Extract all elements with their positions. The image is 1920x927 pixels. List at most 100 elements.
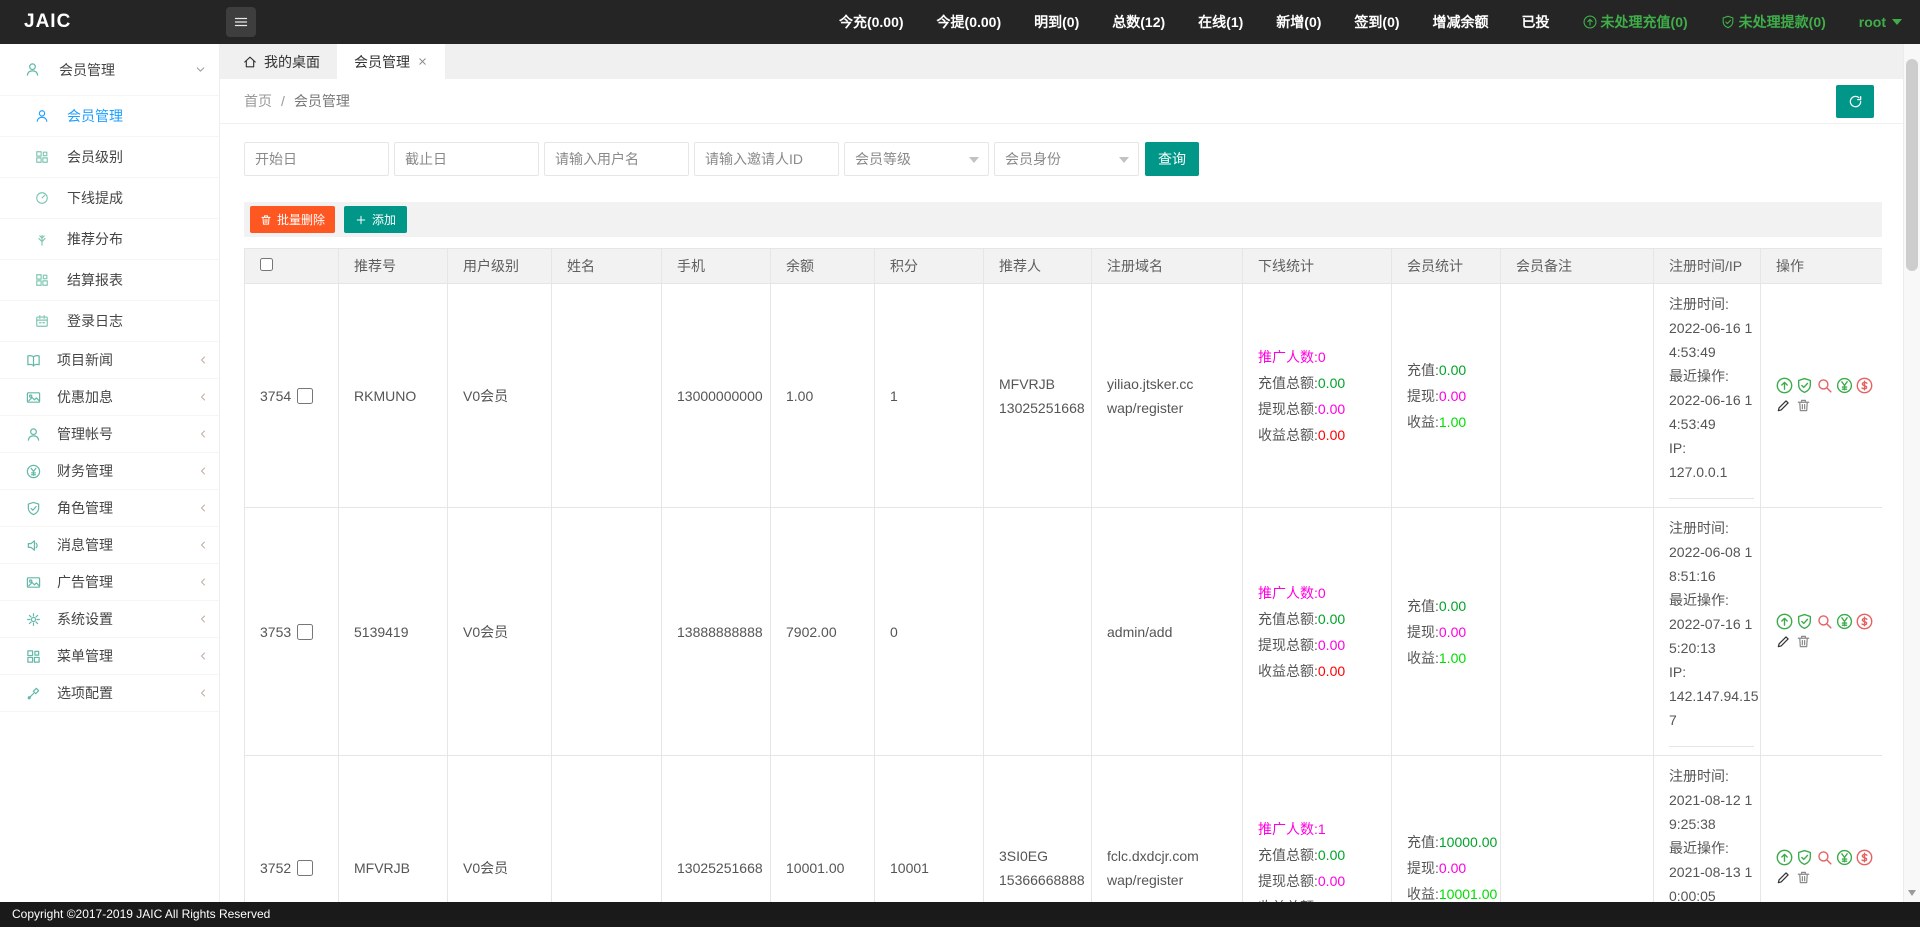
member-identity-select[interactable]: 会员身份 <box>994 142 1139 176</box>
stat-signin[interactable]: 签到(0) <box>1354 12 1399 32</box>
deduct-button[interactable] <box>1856 377 1873 394</box>
cell-phone: 13000000000 <box>661 283 771 508</box>
recharge-button[interactable] <box>1836 613 1853 630</box>
sidebar-item-label: 选项配置 <box>57 685 113 701</box>
cell-register-time-ip: 注册时间: 2021-08-12 1 9:25:38 最近操作: 2021-08-13 … <box>1653 755 1761 902</box>
row-checkbox[interactable] <box>297 387 314 404</box>
tab-bar: 我的桌面 会员管理 <box>220 44 1920 79</box>
username-input[interactable] <box>544 142 689 176</box>
upgrade-button[interactable] <box>1776 613 1793 630</box>
sidebar-item-login-log[interactable]: 登录日志 <box>0 301 219 342</box>
deduct-button[interactable] <box>1856 613 1873 630</box>
refresh-button[interactable] <box>1836 85 1874 118</box>
stat-adjust-balance[interactable]: 增减余额 <box>1433 12 1489 32</box>
recharge-value: 0.00 <box>1438 361 1467 378</box>
stat-due-tomorrow[interactable]: 明到(0) <box>1034 12 1079 32</box>
stat-invested[interactable]: 已投 <box>1522 12 1550 32</box>
view-details-button[interactable] <box>1816 849 1833 866</box>
cell-phone: 13888888888 <box>661 507 771 756</box>
verify-button[interactable] <box>1796 377 1813 394</box>
yen-circle-icon <box>1836 377 1853 394</box>
sidebar-item-role-management[interactable]: 角色管理 <box>0 490 219 527</box>
scrollbar-thumb[interactable] <box>1906 59 1918 271</box>
verify-button[interactable] <box>1796 849 1813 866</box>
stat-today-withdraw[interactable]: 今提(0.00) <box>937 12 1002 32</box>
edit-button[interactable] <box>1776 634 1793 651</box>
view-details-button[interactable] <box>1816 377 1833 394</box>
sidebar-item-ad-management[interactable]: 广告管理 <box>0 564 219 601</box>
text-line: IP: <box>1669 440 1687 456</box>
deduct-button[interactable] <box>1856 849 1873 866</box>
pending-withdraw-alert[interactable]: 未处理提款(0) <box>1721 12 1826 32</box>
sidebar-toggle-button[interactable] <box>226 7 256 37</box>
withdraw-value: 0.00 <box>1438 623 1467 640</box>
sidebar-item-finance-management[interactable]: 财务管理 <box>0 453 219 490</box>
cell-name <box>551 507 662 756</box>
text-line: 2021-08-12 1 <box>1669 792 1753 808</box>
sidebar-item-settlement-report[interactable]: 结算报表 <box>0 260 219 301</box>
member-id: 3754 <box>260 387 292 404</box>
vertical-scrollbar[interactable] <box>1903 44 1920 902</box>
profit-value: 1.00 <box>1438 649 1467 666</box>
sidebar-item-promo-interest[interactable]: 优惠加息 <box>0 379 219 416</box>
sidebar-item-member-level[interactable]: 会员级别 <box>0 137 219 178</box>
edit-button[interactable] <box>1776 870 1793 887</box>
stat-today-recharge[interactable]: 今充(0.00) <box>839 12 904 32</box>
select-all-checkbox[interactable] <box>260 258 273 271</box>
recharge-button[interactable] <box>1836 849 1853 866</box>
delete-button[interactable] <box>1796 870 1813 887</box>
grid-icon <box>35 150 49 164</box>
close-icon[interactable] <box>417 56 428 67</box>
cell-ref-code: 5139419 <box>338 507 448 756</box>
recharge-button[interactable] <box>1836 377 1853 394</box>
cell-remark <box>1500 507 1654 756</box>
member-id: 3753 <box>260 623 292 640</box>
cell-downline-stats: 推广人数:0 充值总额:0.00 提现总额:0.00 收益总额:0.00 <box>1242 507 1392 756</box>
stat-total[interactable]: 总数(12) <box>1112 12 1165 32</box>
cell-referrer: MFVRJB 13025251668 <box>983 283 1092 508</box>
home-icon <box>243 55 257 69</box>
profit-value: 10001.00 <box>1438 885 1498 902</box>
pending-recharge-alert[interactable]: 未处理充值(0) <box>1583 12 1688 32</box>
user-menu[interactable]: root <box>1859 14 1902 30</box>
search-button[interactable]: 查询 <box>1145 142 1199 176</box>
stat-online[interactable]: 在线(1) <box>1198 12 1243 32</box>
cell-member-stats: 充值:10000.00 提现:0.00 收益:10001.00 <box>1391 755 1501 902</box>
sidebar-item-member-management[interactable]: 会员管理 <box>0 96 219 137</box>
verify-button[interactable] <box>1796 613 1813 630</box>
text-line: 4:53:49 <box>1669 416 1716 432</box>
sidebar-item-admin-accounts[interactable]: 管理帐号 <box>0 416 219 453</box>
upgrade-button[interactable] <box>1776 377 1793 394</box>
member-level-select[interactable]: 会员等级 <box>844 142 989 176</box>
sidebar-group-member-management[interactable]: 会员管理 <box>0 44 219 96</box>
arrow-up-circle-icon <box>1776 377 1793 394</box>
upgrade-button[interactable] <box>1776 849 1793 866</box>
sidebar-item-downline-commission[interactable]: 下线提成 <box>0 178 219 219</box>
breadcrumb-home-link[interactable]: 首页 <box>244 91 272 111</box>
stat-new[interactable]: 新增(0) <box>1276 12 1321 32</box>
text-line: 13025251668 <box>999 399 1085 416</box>
scrollbar-down-arrow-icon[interactable] <box>1908 890 1916 896</box>
text-line: 142.147.94.15 <box>1669 688 1759 704</box>
delete-button[interactable] <box>1796 634 1813 651</box>
sidebar-item-message-management[interactable]: 消息管理 <box>0 527 219 564</box>
sidebar-item-system-settings[interactable]: 系统设置 <box>0 601 219 638</box>
start-date-input[interactable] <box>244 142 389 176</box>
sidebar-item-project-news[interactable]: 项目新闻 <box>0 342 219 379</box>
row-checkbox[interactable] <box>297 623 314 640</box>
row-checkbox[interactable] <box>297 859 314 876</box>
inviter-id-input[interactable] <box>694 142 839 176</box>
view-details-button[interactable] <box>1816 613 1833 630</box>
edit-button[interactable] <box>1776 398 1793 415</box>
trash-icon <box>1796 870 1811 885</box>
tab-my-desktop[interactable]: 我的桌面 <box>226 44 337 79</box>
tab-member-management[interactable]: 会员管理 <box>337 44 445 79</box>
sidebar-item-option-config[interactable]: 选项配置 <box>0 675 219 712</box>
sidebar-item-referral-distribution[interactable]: 推荐分布 <box>0 219 219 260</box>
cell-register-time-ip: 注册时间: 2022-06-16 1 4:53:49 最近操作: 2022-06-16 … <box>1653 283 1761 508</box>
end-date-input[interactable] <box>394 142 539 176</box>
delete-button[interactable] <box>1796 398 1813 415</box>
sidebar-item-menu-management[interactable]: 菜单管理 <box>0 638 219 675</box>
batch-delete-button[interactable]: 批量删除 <box>250 206 336 233</box>
add-button[interactable]: 添加 <box>344 206 408 233</box>
